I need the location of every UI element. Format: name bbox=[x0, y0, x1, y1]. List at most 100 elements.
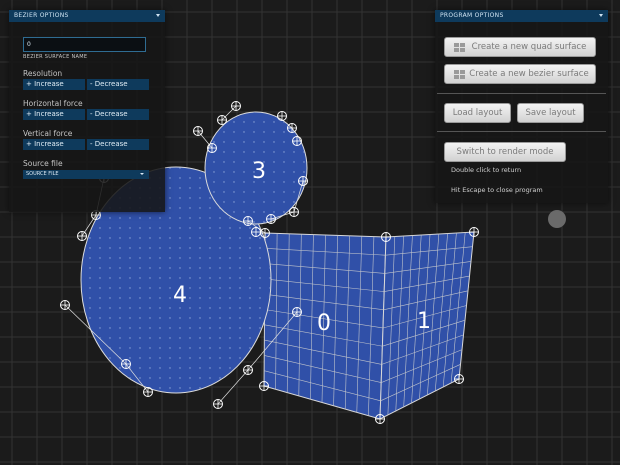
control-handle[interactable] bbox=[243, 216, 253, 226]
surface-dot bbox=[159, 307, 161, 309]
surface-dot bbox=[109, 227, 111, 229]
control-handle[interactable] bbox=[243, 365, 253, 375]
quad-surface-icon bbox=[454, 43, 465, 52]
control-handle[interactable] bbox=[217, 115, 227, 125]
control-handle[interactable] bbox=[121, 359, 131, 369]
control-handle[interactable] bbox=[207, 143, 217, 153]
surface-dot bbox=[139, 287, 141, 289]
control-handle[interactable] bbox=[381, 232, 391, 242]
surface-dot bbox=[189, 187, 191, 189]
resolution-decrease-button[interactable]: - Decrease bbox=[87, 79, 149, 90]
control-handle[interactable] bbox=[292, 136, 302, 146]
surface-dot bbox=[129, 337, 131, 339]
surface-dot bbox=[169, 347, 171, 349]
surface-dot bbox=[89, 257, 91, 259]
surface-dot bbox=[303, 131, 305, 133]
surface-dot bbox=[119, 267, 121, 269]
surface-dot bbox=[189, 297, 191, 299]
surface-dot bbox=[159, 237, 161, 239]
surface-dot bbox=[189, 207, 191, 209]
surface-dot bbox=[89, 387, 91, 389]
surface-dot bbox=[259, 297, 261, 299]
control-handle[interactable] bbox=[277, 111, 287, 121]
surface-dot bbox=[293, 112, 295, 113]
bezier-surface-name-input[interactable] bbox=[23, 37, 146, 52]
control-handle[interactable] bbox=[259, 381, 269, 391]
surface-dot bbox=[273, 131, 275, 133]
surface-label-0: 0 bbox=[317, 311, 331, 336]
program-options-panel: PROGRAM OPTIONS Create a new quad surfac… bbox=[435, 10, 608, 203]
surface-dot bbox=[209, 317, 211, 319]
collapse-arrow-icon[interactable] bbox=[156, 14, 160, 17]
surface-dot bbox=[199, 287, 201, 289]
horizontal-force-decrease-button[interactable]: - Decrease bbox=[87, 109, 149, 120]
control-handle[interactable] bbox=[260, 228, 270, 238]
surface-dot bbox=[159, 297, 161, 299]
surface-dot bbox=[273, 161, 275, 163]
control-handle[interactable] bbox=[298, 176, 308, 186]
control-handle[interactable] bbox=[213, 399, 223, 409]
surface-dot bbox=[263, 191, 265, 193]
surface-dot bbox=[169, 327, 171, 329]
surface-dot bbox=[79, 237, 80, 238]
surface-dot bbox=[169, 317, 171, 319]
surface-dot bbox=[89, 317, 91, 319]
source-file-select[interactable]: SOURCE FILE bbox=[23, 170, 149, 179]
surface-dot bbox=[189, 357, 191, 359]
surface-dot bbox=[199, 207, 201, 209]
surface-dot bbox=[273, 141, 275, 143]
surface-dot bbox=[239, 317, 241, 319]
resolution-increase-button[interactable]: + Increase bbox=[23, 79, 85, 90]
bezier-options-header[interactable]: BEZIER OPTIONS bbox=[9, 10, 165, 22]
surface-dot bbox=[229, 357, 231, 359]
surface-dot bbox=[219, 237, 221, 239]
surface-dot bbox=[219, 287, 221, 289]
vertical-force-decrease-button[interactable]: - Decrease bbox=[87, 139, 149, 150]
surface-dot bbox=[109, 217, 111, 219]
control-handle[interactable] bbox=[289, 207, 299, 217]
surface-dot bbox=[109, 307, 111, 309]
save-layout-button[interactable]: Save layout bbox=[517, 103, 584, 123]
control-handle[interactable] bbox=[266, 214, 276, 224]
surface-dot bbox=[209, 227, 211, 229]
control-handle[interactable] bbox=[292, 307, 302, 317]
surface-dot bbox=[209, 377, 211, 379]
surface-dot bbox=[159, 347, 161, 349]
program-options-header[interactable]: PROGRAM OPTIONS bbox=[435, 10, 608, 22]
surface-dot bbox=[223, 151, 225, 153]
control-handle[interactable] bbox=[231, 101, 241, 111]
surface-dot bbox=[179, 387, 181, 389]
collapse-arrow-icon[interactable] bbox=[599, 14, 603, 17]
resolution-controls: + Increase - Decrease bbox=[23, 79, 149, 90]
surface-dot bbox=[223, 112, 225, 113]
create-quad-surface-button[interactable]: Create a new quad surface bbox=[444, 37, 596, 57]
control-handle[interactable] bbox=[193, 126, 203, 136]
control-handle[interactable] bbox=[77, 231, 87, 241]
surface-dot bbox=[263, 211, 265, 213]
surface-dot bbox=[119, 367, 121, 369]
control-handle[interactable] bbox=[454, 374, 464, 384]
control-handle[interactable] bbox=[469, 227, 479, 237]
surface-dot bbox=[119, 287, 121, 289]
surface-dot bbox=[169, 287, 171, 289]
surface-dot bbox=[199, 217, 201, 219]
surface-dot bbox=[249, 267, 251, 269]
control-handle[interactable] bbox=[375, 414, 385, 424]
surface-dot bbox=[129, 237, 131, 239]
control-handle[interactable] bbox=[143, 387, 153, 397]
control-handle[interactable] bbox=[287, 123, 297, 133]
vertical-force-increase-button[interactable]: + Increase bbox=[23, 139, 85, 150]
surface-dot bbox=[129, 247, 131, 249]
surface-dot bbox=[283, 211, 285, 213]
bezier-options-panel: BEZIER OPTIONS BEZIER SURFACE NAME Resol… bbox=[9, 10, 165, 212]
control-handle[interactable] bbox=[60, 300, 70, 310]
render-mode-button[interactable]: Switch to render mode bbox=[444, 142, 566, 162]
load-layout-button[interactable]: Load layout bbox=[444, 103, 511, 123]
horizontal-force-increase-button[interactable]: + Increase bbox=[23, 109, 85, 120]
control-handle[interactable] bbox=[251, 227, 261, 237]
surface-dot bbox=[203, 141, 204, 142]
surface-dot bbox=[139, 377, 141, 379]
surface-dot bbox=[223, 131, 225, 133]
create-bezier-surface-button[interactable]: Create a new bezier surface bbox=[444, 64, 596, 84]
surface-dot bbox=[249, 297, 251, 299]
